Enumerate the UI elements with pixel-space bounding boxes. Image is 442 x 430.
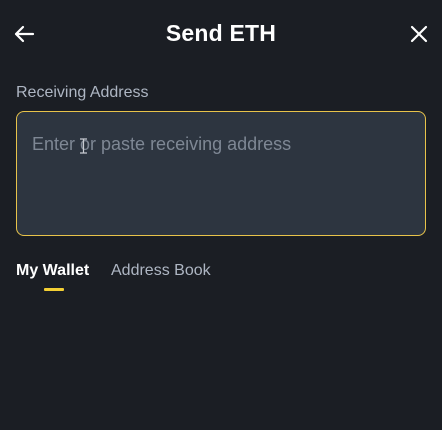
- page-title: Send ETH: [165, 20, 277, 46]
- close-button[interactable]: [406, 21, 432, 47]
- tab-address-book[interactable]: Address Book: [111, 262, 211, 280]
- send-eth-screen: Send ETH Receiving Address My Wallet Add…: [0, 0, 442, 430]
- header: Send ETH: [0, 0, 442, 70]
- tab-my-wallet[interactable]: My Wallet: [16, 262, 89, 280]
- receiving-address-box: [16, 111, 426, 236]
- active-tab-indicator: [44, 288, 64, 291]
- receiving-address-label: Receiving Address: [16, 84, 149, 101]
- close-icon: [410, 25, 428, 43]
- receiving-address-input[interactable]: [17, 112, 425, 235]
